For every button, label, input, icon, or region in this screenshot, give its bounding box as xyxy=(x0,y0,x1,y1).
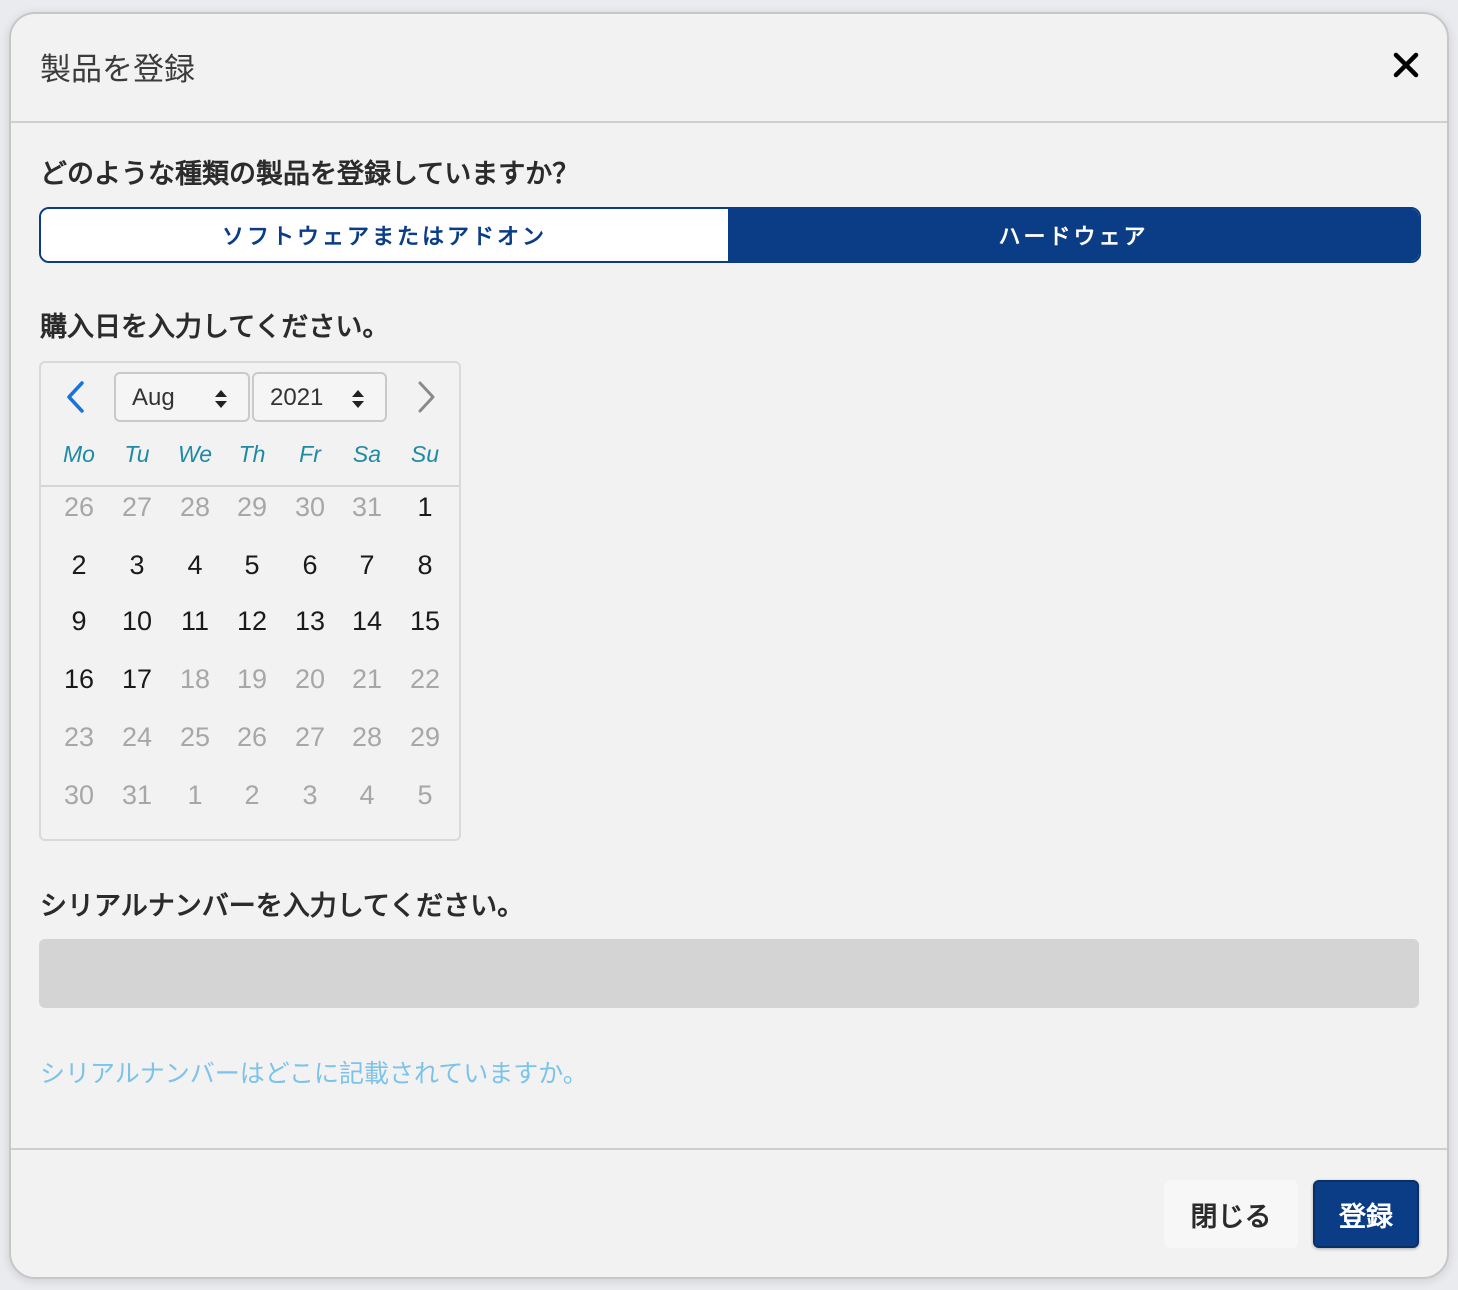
month-select[interactable]: Aug xyxy=(114,372,250,422)
year-select[interactable]: 2021 xyxy=(252,372,387,422)
month-value: Aug xyxy=(132,384,175,411)
calendar-day-outside: 26 xyxy=(236,722,268,752)
calendar-day[interactable]: 6 xyxy=(281,545,339,585)
serial-number-help-link[interactable]: シリアルナンバーはどこに記載されていますか。 xyxy=(40,1054,588,1090)
weekday-label: Fr xyxy=(299,441,321,467)
close-icon[interactable] xyxy=(1391,50,1421,80)
calendar-day-outside: 30 xyxy=(294,492,326,522)
chevron-left-icon[interactable] xyxy=(59,377,95,417)
calendar-day-outside: 24 xyxy=(121,722,153,752)
calendar-day[interactable]: 1 xyxy=(396,487,454,527)
calendar-day[interactable]: 13 xyxy=(281,601,339,641)
calendar-day-outside: 18 xyxy=(179,664,211,694)
calendar-day-outside: 28 xyxy=(179,492,211,522)
product-type-question: どのような種類の製品を登録していますか？ xyxy=(40,159,580,190)
calendar-day-outside: 30 xyxy=(63,780,95,810)
calendar-day-outside: 19 xyxy=(236,664,268,694)
weekday-label: Tu xyxy=(124,441,150,467)
option-software-addon[interactable]: ソフトウェアまたはアドオン xyxy=(41,209,728,261)
calendar-day[interactable]: 4 xyxy=(166,545,224,585)
year-value: 2021 xyxy=(270,384,324,411)
calendar-day-outside: 1 xyxy=(187,780,203,810)
calendar-day-outside: 23 xyxy=(63,722,95,752)
calendar-day-outside: 27 xyxy=(121,492,153,522)
weekday-label: We xyxy=(177,441,213,467)
calendar-day[interactable]: 17 xyxy=(108,659,166,699)
select-arrows-icon xyxy=(215,390,227,408)
calendar-day[interactable]: 16 xyxy=(50,659,108,699)
weekday-label: Sa xyxy=(352,441,382,467)
calendar-day[interactable]: 7 xyxy=(338,545,396,585)
calendar-day-outside: 22 xyxy=(409,664,441,694)
calendar-day[interactable]: 15 xyxy=(396,601,454,641)
calendar-day[interactable]: 2 xyxy=(50,545,108,585)
option-hardware[interactable]: ハードウェア xyxy=(728,209,1419,261)
calendar-day-outside: 27 xyxy=(294,722,326,752)
serial-number-label: シリアルナンバーを入力してください。 xyxy=(40,891,525,922)
weekday-header: Mo Tu We Th Fr Sa Su xyxy=(41,433,459,487)
calendar-day-outside: 3 xyxy=(302,780,318,810)
calendar-day-outside: 26 xyxy=(63,492,95,522)
calendar-day-outside: 4 xyxy=(359,780,375,810)
calendar-day-outside: 31 xyxy=(121,780,153,810)
calendar-day-outside: 5 xyxy=(417,780,433,810)
weekday-label: Th xyxy=(238,441,266,467)
calendar-day-outside: 29 xyxy=(236,492,268,522)
register-button[interactable]: 登録 xyxy=(1313,1180,1419,1248)
register-product-dialog: 製品を登録 どのような種類の製品を登録していますか？ ソフトウェアまたはアドオン… xyxy=(9,12,1449,1279)
weekday-label: Mo xyxy=(63,441,95,467)
calendar-day[interactable]: 8 xyxy=(396,545,454,585)
dialog-title: 製品を登録 xyxy=(40,52,195,88)
close-button[interactable]: 閉じる xyxy=(1164,1180,1298,1248)
dialog-header: 製品を登録 xyxy=(11,14,1447,123)
calendar-day-outside: 25 xyxy=(179,722,211,752)
calendar-day[interactable]: 14 xyxy=(338,601,396,641)
calendar-day-outside: 2 xyxy=(244,780,260,810)
weekday-label: Su xyxy=(410,441,440,467)
calendar-day[interactable]: 11 xyxy=(166,601,224,641)
calendar-day[interactable]: 3 xyxy=(108,545,166,585)
calendar-day[interactable]: 5 xyxy=(223,545,281,585)
calendar-day-outside: 28 xyxy=(351,722,383,752)
date-picker: Aug 2021 Mo Tu We Th Fr Sa Su 26 27 28 29 30… xyxy=(39,361,461,841)
select-arrows-icon xyxy=(352,390,364,408)
calendar-day-outside: 31 xyxy=(351,492,383,522)
footer-divider xyxy=(11,1148,1447,1150)
calendar-day-outside: 20 xyxy=(294,664,326,694)
chevron-right-icon[interactable] xyxy=(407,377,443,417)
calendar-day[interactable]: 10 xyxy=(108,601,166,641)
purchase-date-label: 購入日を入力してください。 xyxy=(40,312,390,343)
calendar-day-outside: 29 xyxy=(409,722,441,752)
serial-number-input[interactable] xyxy=(39,939,1419,1008)
calendar-day-outside: 21 xyxy=(351,664,383,694)
product-type-toggle: ソフトウェアまたはアドオン ハードウェア xyxy=(39,207,1421,263)
calendar-day[interactable]: 9 xyxy=(50,601,108,641)
calendar-day[interactable]: 12 xyxy=(223,601,281,641)
